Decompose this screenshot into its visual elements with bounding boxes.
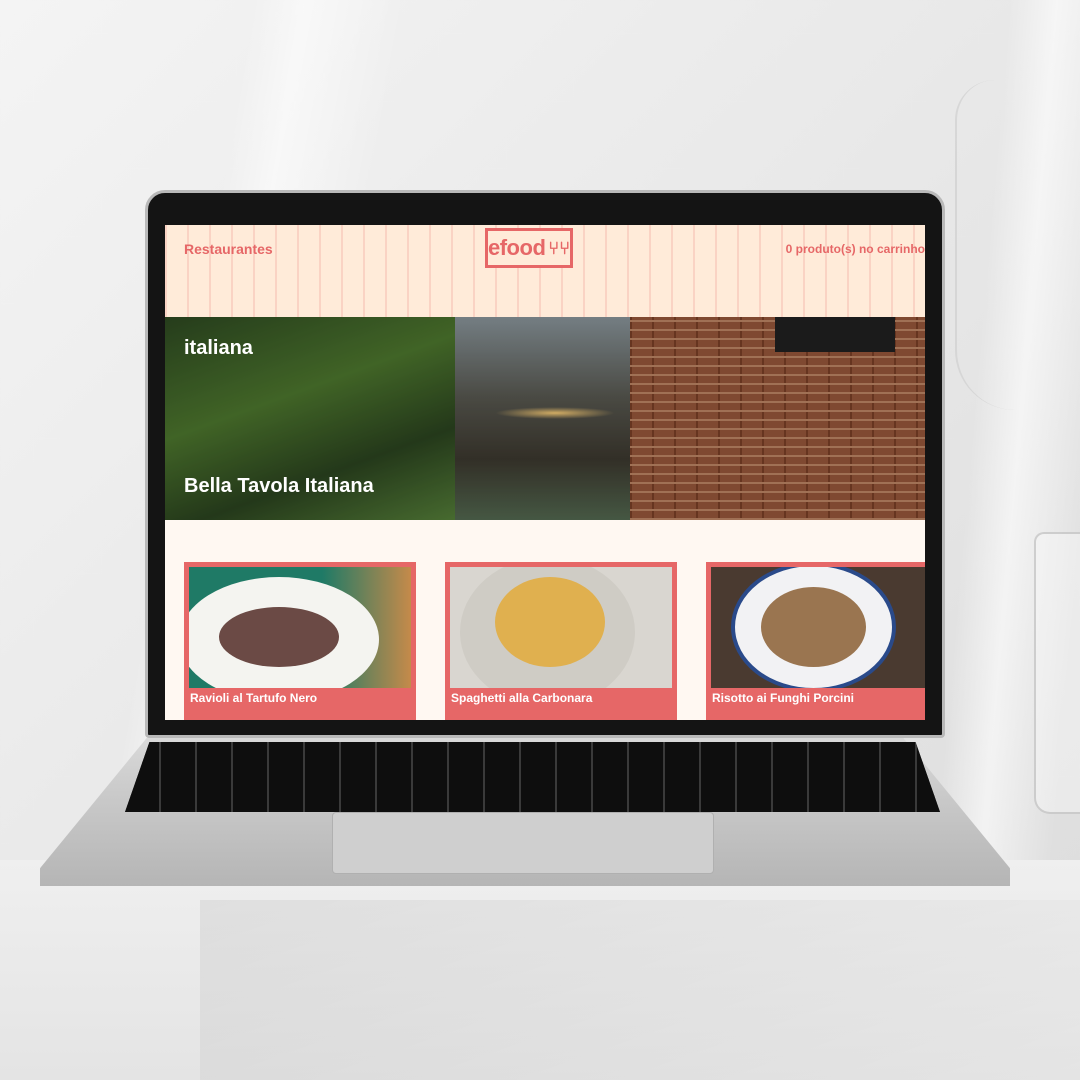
- fork-knife-icon: ⑂⑂: [548, 237, 570, 258]
- dish-name: Spaghetti alla Carbonara: [451, 691, 593, 705]
- laptop-screen: Restaurantes efood ⑂⑂ 0 produto(s) no ca…: [165, 225, 925, 720]
- laptop-trackpad: [332, 812, 714, 874]
- dish-image: [711, 567, 925, 688]
- restaurant-banner: italiana Bella Tavola Italiana: [165, 317, 925, 520]
- dish-image: [189, 567, 411, 688]
- drinking-glass: [1034, 532, 1080, 814]
- background-vase: [955, 80, 1080, 410]
- cart-link[interactable]: 0 produto(s) no carrinho: [786, 242, 925, 256]
- dish-image: [450, 567, 672, 688]
- logo-text: efood: [488, 235, 546, 260]
- site-header: Restaurantes efood ⑂⑂ 0 produto(s) no ca…: [165, 225, 925, 317]
- dish-name: Risotto ai Funghi Porcini: [712, 691, 854, 705]
- dish-card[interactable]: Risotto ai Funghi Porcini: [706, 562, 925, 720]
- dish-card[interactable]: Ravioli al Tartufo Nero: [184, 562, 416, 720]
- dish-name: Ravioli al Tartufo Nero: [190, 691, 318, 705]
- dish-card[interactable]: Spaghetti alla Carbonara: [445, 562, 677, 720]
- efood-logo[interactable]: efood ⑂⑂: [485, 228, 573, 268]
- cuisine-type: italiana: [184, 337, 253, 359]
- dish-list: Ravioli al Tartufo Nero Spaghetti alla C…: [184, 562, 925, 720]
- restaurant-name: Bella Tavola Italiana: [184, 475, 374, 497]
- laptop-keyboard: [125, 742, 940, 812]
- nav-link-restaurants[interactable]: Restaurantes: [184, 241, 273, 257]
